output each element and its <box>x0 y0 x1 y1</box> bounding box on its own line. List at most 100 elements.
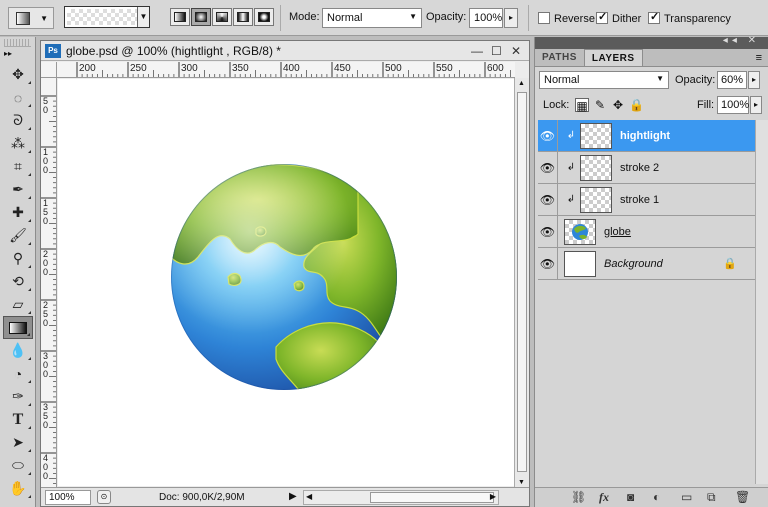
reverse-checkbox[interactable]: Reverse <box>538 10 595 25</box>
reflected-gradient-icon[interactable] <box>233 8 253 26</box>
history-brush-tool-icon[interactable]: ⟲ <box>3 270 33 293</box>
transparency-checkbox[interactable]: Transparency <box>648 10 731 25</box>
angle-gradient-icon[interactable] <box>212 8 232 26</box>
mode-select[interactable]: Normal ▼ <box>322 8 422 28</box>
link-layers-icon[interactable]: ⛓ <box>571 490 586 504</box>
move-tool-icon[interactable]: ✥ <box>3 63 33 86</box>
brush-tool-icon[interactable]: 🖌 <box>3 224 33 247</box>
layer-opacity-input[interactable]: 60% <box>717 71 747 89</box>
fill-slider-button[interactable]: ▸ <box>750 96 762 114</box>
fx-icon[interactable]: fx <box>599 490 609 505</box>
ruler-label: 50 <box>43 96 49 115</box>
new-group-icon[interactable]: ▭ <box>681 490 692 504</box>
tool-preset-picker[interactable]: ▼ <box>8 7 54 29</box>
layer-name[interactable]: hightlight <box>620 130 670 142</box>
scroll-right-icon[interactable]: ▶ <box>490 492 496 501</box>
horizontal-scrollbar[interactable]: ◀ ▶ <box>303 490 499 505</box>
clone-stamp-tool-icon[interactable]: ⚲ <box>3 247 33 270</box>
ruler-origin[interactable] <box>41 62 57 78</box>
ruler-label: 200 <box>43 249 49 277</box>
scroll-thumb[interactable] <box>517 92 527 472</box>
linear-gradient-icon[interactable] <box>170 8 190 26</box>
gradient-picker[interactable]: ▼ <box>64 6 150 28</box>
maximize-icon[interactable]: ☐ <box>491 44 502 58</box>
layer-row-stroke-2[interactable]: 👁 ↲ stroke 2 <box>538 151 755 184</box>
opacity-input[interactable]: 100% <box>469 8 503 28</box>
panel-menu-icon[interactable]: ≡ <box>756 52 762 64</box>
opacity-slider-button[interactable]: ▸ <box>504 8 518 28</box>
collapse-panels-icon[interactable]: ◂◂ ✕ <box>723 35 760 46</box>
layer-row-stroke-1[interactable]: 👁 ↲ stroke 1 <box>538 183 755 216</box>
separator <box>280 5 281 31</box>
scroll-left-icon[interactable]: ◀ <box>306 492 312 501</box>
toolbox-collapse-icon[interactable]: ▸▸ <box>0 49 35 63</box>
blur-tool-icon[interactable]: 💧 <box>3 339 33 362</box>
panel-scrollbar[interactable] <box>755 120 768 484</box>
type-tool-icon[interactable]: T <box>3 408 33 431</box>
healing-brush-tool-icon[interactable]: ✚ <box>3 201 33 224</box>
layer-name[interactable]: stroke 1 <box>620 194 659 206</box>
fill-input[interactable]: 100% <box>717 96 749 114</box>
eye-icon[interactable]: 👁 <box>538 151 558 184</box>
zoom-field[interactable]: 100% <box>45 490 91 505</box>
status-menu-arrow-icon[interactable]: ▶ <box>289 491 297 502</box>
close-icon[interactable]: ✕ <box>511 44 521 58</box>
ruler-label: 600 <box>487 63 504 74</box>
layer-name[interactable]: Background <box>604 258 663 270</box>
opacity-slider-button[interactable]: ▸ <box>748 71 760 89</box>
tab-paths[interactable]: PATHS <box>535 49 584 66</box>
path-selection-tool-icon[interactable]: ➤ <box>3 431 33 454</box>
gradient-tool-icon[interactable] <box>3 316 33 339</box>
status-info-icon[interactable]: ⊙ <box>97 490 111 504</box>
panel-dock-header[interactable]: ◂◂ ✕ <box>535 35 768 49</box>
horizontal-ruler[interactable]: 200 250 300 350 400 450 500 550 600 <box>57 62 515 78</box>
layer-row-globe[interactable]: 👁 globe <box>538 215 755 248</box>
layer-name[interactable]: globe <box>604 226 631 238</box>
eraser-tool-icon[interactable]: ▱ <box>3 293 33 316</box>
eye-icon[interactable]: 👁 <box>538 119 558 152</box>
lasso-tool-icon[interactable]: ᘐ <box>3 109 33 132</box>
crop-tool-icon[interactable]: ⌗ <box>3 155 33 178</box>
layer-row-hightlight[interactable]: 👁 ↲ hightlight <box>538 119 755 152</box>
dodge-tool-icon[interactable]: ◔ <box>3 362 33 385</box>
add-mask-icon[interactable]: ◙ <box>627 490 634 504</box>
trash-icon[interactable]: 🗑 <box>735 490 750 504</box>
layer-row-background[interactable]: 👁 Background 🔒 <box>538 247 755 280</box>
marquee-tool-icon[interactable]: ◌ <box>3 86 33 109</box>
lock-row: Lock: ▦ ✎ ✥ 🔒 Fill: 100% ▸ <box>535 93 768 117</box>
eye-icon[interactable]: 👁 <box>538 247 558 280</box>
scroll-thumb[interactable] <box>370 492 494 503</box>
pen-tool-icon[interactable]: ✑ <box>3 385 33 408</box>
shape-tool-icon[interactable]: ⬭ <box>3 454 33 477</box>
vertical-scrollbar[interactable]: ▲ ▼ <box>514 78 529 488</box>
diamond-gradient-icon[interactable] <box>254 8 274 26</box>
tab-layers[interactable]: LAYERS <box>583 49 643 66</box>
lock-pixels-icon[interactable]: ✎ <box>593 98 607 112</box>
hand-tool-icon[interactable]: ✋ <box>3 477 33 500</box>
layer-name[interactable]: stroke 2 <box>620 162 659 174</box>
lock-all-icon[interactable]: 🔒 <box>629 98 644 112</box>
checkmark-icon <box>648 10 660 24</box>
scroll-up-icon[interactable]: ▲ <box>518 80 525 87</box>
magic-wand-tool-icon[interactable]: ⁂ <box>3 132 33 155</box>
new-layer-icon[interactable]: ⧉ <box>707 490 716 505</box>
lock-position-icon[interactable]: ✥ <box>611 98 625 112</box>
eye-icon[interactable]: 👁 <box>538 183 558 216</box>
dither-checkbox[interactable]: Dither <box>596 10 641 25</box>
canvas[interactable] <box>58 79 515 486</box>
lock-transparency-icon[interactable]: ▦ <box>575 98 589 113</box>
minimize-icon[interactable]: — <box>471 44 483 58</box>
layers-list: 👁 ↲ hightlight 👁 ↲ stroke 2 👁 ↲ stroke 1… <box>538 119 755 484</box>
toolbox-grip[interactable] <box>4 39 31 47</box>
vertical-ruler[interactable]: 50 100 150 200 250 300 350 400 <box>41 78 57 488</box>
panel-tabs: PATHS LAYERS ≡ <box>535 49 768 67</box>
eye-icon[interactable]: 👁 <box>538 215 558 248</box>
eyedropper-tool-icon[interactable]: ✒ <box>3 178 33 201</box>
blend-mode-select[interactable]: Normal ▼ <box>539 71 669 89</box>
adjustment-layer-icon[interactable]: ◐ <box>653 490 660 504</box>
document-titlebar[interactable]: Ps globe.psd @ 100% (hightlight , RGB/8)… <box>41 41 529 61</box>
chevron-down-icon[interactable]: ▼ <box>137 7 149 27</box>
toolbox: ▸▸ ✥ ◌ ᘐ ⁂ ⌗ ✒ ✚ 🖌 ⚲ ⟲ ▱ 💧 ◔ ✑ T ➤ ⬭ ✋ <box>0 37 36 507</box>
radial-gradient-icon[interactable] <box>191 8 211 26</box>
scroll-down-icon[interactable]: ▼ <box>518 479 525 486</box>
